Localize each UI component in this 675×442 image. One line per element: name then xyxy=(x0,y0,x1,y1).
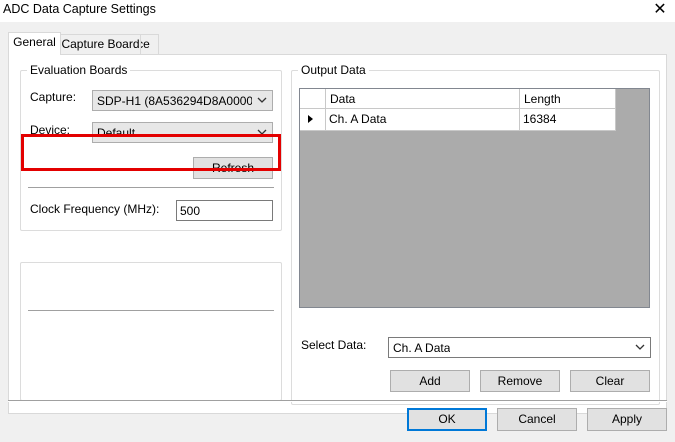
select-data-label: Select Data: xyxy=(301,338,367,352)
cancel-button[interactable]: Cancel xyxy=(497,408,577,431)
remove-button[interactable]: Remove xyxy=(480,370,560,392)
row-header[interactable] xyxy=(300,109,326,131)
ok-button[interactable]: OK xyxy=(407,408,487,431)
apply-button[interactable]: Apply xyxy=(587,408,667,431)
title-bar: ADC Data Capture Settings ✕ xyxy=(0,0,675,22)
capture-select[interactable]: SDP-H1 (8A536294D8A00000D xyxy=(92,90,273,111)
dialog-client-area: Device Capture Board General Evaluation … xyxy=(0,22,675,442)
column-header-length[interactable]: Length xyxy=(520,89,616,109)
clock-frequency-label: Clock Frequency (MHz): xyxy=(30,202,160,216)
clear-button[interactable]: Clear xyxy=(570,370,650,392)
capture-label: Capture: xyxy=(30,90,77,104)
tab-general[interactable]: General xyxy=(8,32,61,55)
clock-frequency-input[interactable]: 500 xyxy=(176,200,273,221)
chevron-down-icon xyxy=(257,97,267,103)
lower-left-panel xyxy=(20,262,282,401)
window-title: ADC Data Capture Settings xyxy=(3,2,156,16)
select-data-value: Ch. A Data xyxy=(393,341,451,355)
tab-capture-board[interactable]: Capture Board xyxy=(60,34,141,55)
separator-line xyxy=(28,187,274,188)
output-data-grid[interactable]: Data Length Ch. A Data 16384 xyxy=(299,88,650,308)
adc-settings-dialog: ADC Data Capture Settings ✕ Device Captu… xyxy=(0,0,675,442)
output-data-title: Output Data xyxy=(298,63,369,77)
chevron-down-icon xyxy=(635,344,645,350)
evaluation-boards-title: Evaluation Boards xyxy=(27,63,131,77)
select-data-select[interactable]: Ch. A Data xyxy=(388,337,651,358)
table-cell-data[interactable]: Ch. A Data xyxy=(326,109,520,131)
separator-line xyxy=(28,310,274,311)
add-button[interactable]: Add xyxy=(390,370,470,392)
footer-separator xyxy=(8,400,667,402)
capture-select-value: SDP-H1 (8A536294D8A00000D xyxy=(97,94,252,108)
device-highlight-box xyxy=(21,134,281,171)
grid-corner xyxy=(300,89,326,109)
close-icon[interactable]: ✕ xyxy=(651,0,669,20)
column-header-data[interactable]: Data xyxy=(326,89,520,109)
current-row-arrow-icon xyxy=(308,115,313,123)
table-cell-length[interactable]: 16384 xyxy=(520,109,616,131)
